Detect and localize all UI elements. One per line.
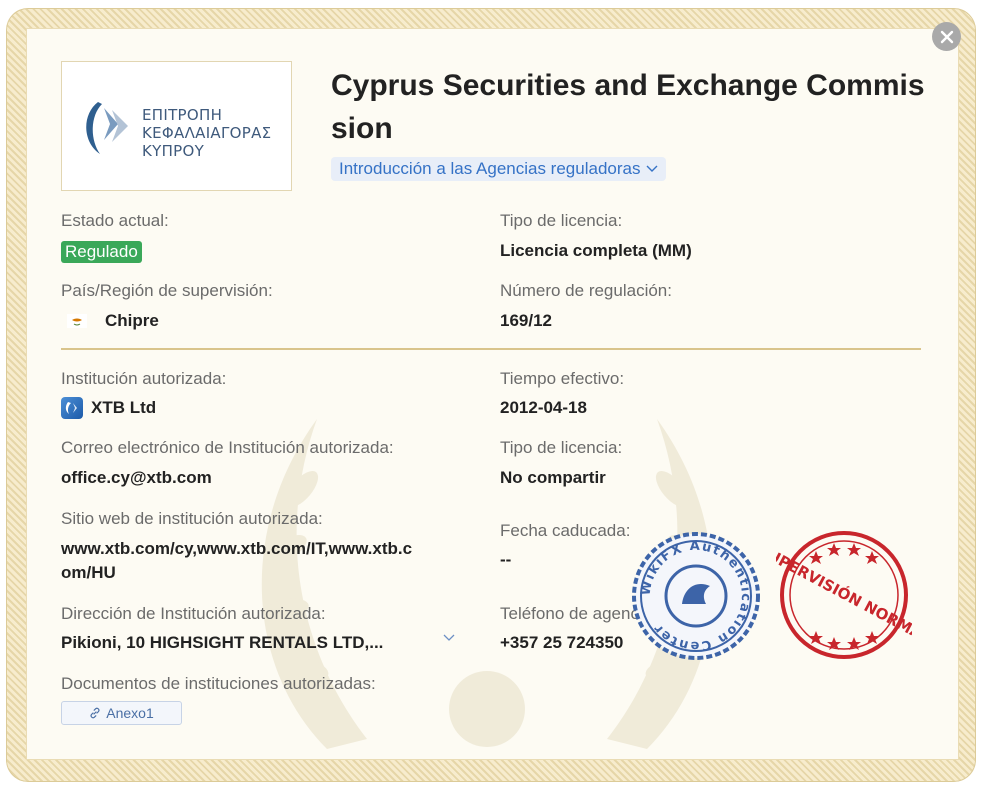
tiempo-value: 2012-04-18 <box>500 398 587 417</box>
logo-line: ΚΥΠΡΟΥ <box>142 142 205 160</box>
fecha-label: Fecha caducada: <box>500 521 631 540</box>
pais-value: Chipre <box>105 311 159 330</box>
tipo-licencia2-value: No compartir <box>500 468 606 487</box>
regulator-logo: ΕΠΙΤΡΟΠΗ ΚΕΦΑΛΑΙΑΓΟΡΑΣ ΚΥΠΡΟΥ <box>61 61 292 191</box>
close-icon <box>940 30 953 43</box>
anexo-attachment-button[interactable]: Anexo1 <box>61 701 182 725</box>
documentos-label: Documentos de instituciones autorizadas: <box>61 674 376 693</box>
estado-label: Estado actual: <box>61 211 169 230</box>
regulator-logo-text: ΕΠΙΤΡΟΠΗ ΚΕΦΑΛΑΙΑΓΟΡΑΣ ΚΥΠΡΟΥ <box>142 106 271 160</box>
tiempo-label: Tiempo efectivo: <box>500 369 625 388</box>
tipo-licencia2-label: Tipo de licencia: <box>500 438 623 457</box>
institucion-value[interactable]: XTB Ltd <box>91 397 156 419</box>
sitio-label: Sitio web de institución autorizada: <box>61 509 323 528</box>
status-badge: Regulado <box>61 241 142 263</box>
regulator-title: Cyprus Securities and Exchange Commissio… <box>331 69 925 145</box>
numero-label: Número de regulación: <box>500 281 672 300</box>
correo-label: Correo electrónico de Institución autori… <box>61 438 394 457</box>
logo-line: ΕΠΙΤΡΟΠΗ <box>142 106 223 124</box>
telefono-value: +357 25 724350 <box>500 633 624 652</box>
wikifx-authentication-stamp: WikiFX Authentication Center <box>632 532 760 660</box>
cyprus-flag-icon <box>61 310 93 332</box>
sitio-value-line1: www.xtb.com/cy,www.xtb.com/IT,www.xtb.c <box>61 539 413 558</box>
agency-intro-label: Introducción a las Agencias reguladoras <box>339 159 641 178</box>
xtb-logo-icon <box>61 397 83 419</box>
sitio-value-line2: om/HU <box>61 563 116 582</box>
agency-intro-dropdown[interactable]: Introducción a las Agencias reguladoras <box>331 157 667 181</box>
logo-line: ΚΕΦΑΛΑΙΑΓΟΡΑΣ <box>142 124 272 142</box>
chevron-down-icon <box>646 165 658 172</box>
pais-label: País/Región de supervisión: <box>61 281 273 300</box>
institucion-label: Institución autorizada: <box>61 369 227 388</box>
close-button[interactable] <box>932 22 961 51</box>
direccion-value: Pikioni, 10 HIGHSIGHT RENTALS LTD,... <box>61 633 384 652</box>
supervision-normal-stamp: SUPERVISIÓN NORMAL <box>776 531 912 659</box>
tipo-licencia-value: Licencia completa (MM) <box>500 241 692 260</box>
link-icon <box>90 707 100 719</box>
direccion-label: Dirección de Institución autorizada: <box>61 604 326 623</box>
tipo-licencia-label: Tipo de licencia: <box>500 211 623 230</box>
numero-value: 169/12 <box>500 311 552 330</box>
anexo-label: Anexo1 <box>106 705 154 721</box>
fecha-value: -- <box>500 550 512 569</box>
correo-value: office.cy@xtb.com <box>61 468 212 487</box>
cysec-emblem-icon <box>86 102 128 154</box>
expand-address-chevron-icon[interactable] <box>443 634 455 642</box>
section-divider <box>61 348 921 350</box>
